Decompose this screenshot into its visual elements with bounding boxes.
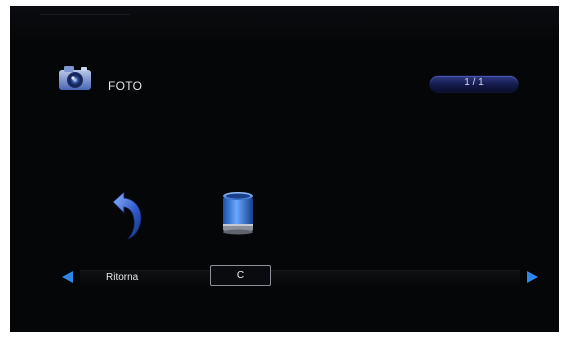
selection-bar-track (80, 270, 520, 285)
selected-item-box[interactable]: C (210, 265, 271, 286)
return-arrow-icon[interactable] (110, 190, 146, 240)
page-title: FOTO (108, 79, 143, 93)
arrow-left-icon[interactable] (62, 271, 73, 283)
top-divider (40, 14, 130, 15)
trash-bin-icon[interactable] (218, 188, 258, 238)
item-label-return[interactable]: Ritorna (106, 272, 138, 283)
arrow-right-icon[interactable] (527, 271, 538, 283)
tv-screen: FOTO 1 / 1 Ritorna C (10, 6, 559, 332)
camera-icon (55, 60, 95, 96)
page-indicator: 1 / 1 (430, 76, 518, 92)
page-indicator-text: 1 / 1 (464, 77, 484, 88)
item-label-delete: C (236, 270, 245, 281)
